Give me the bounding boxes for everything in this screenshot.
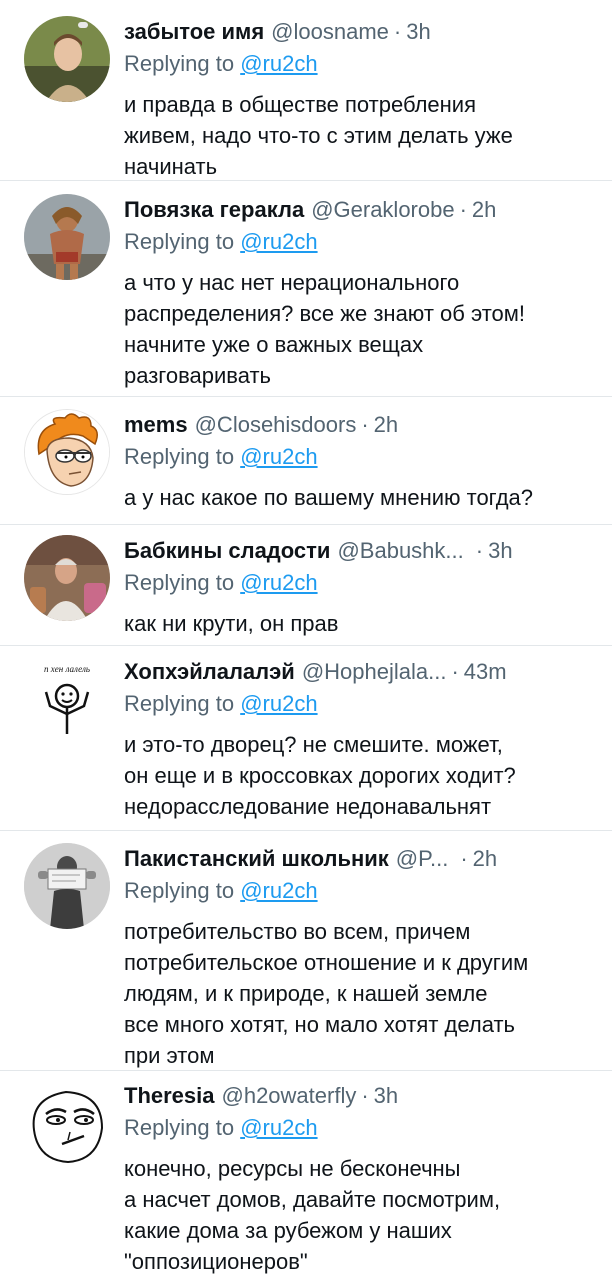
- replying-to: Replying to @ru2ch: [124, 875, 596, 907]
- user-handle[interactable]: @Hophejlala...: [302, 656, 447, 688]
- replying-label: Replying to: [124, 878, 235, 903]
- mention-link[interactable]: @ru2ch: [240, 444, 317, 469]
- timestamp[interactable]: 3h: [374, 1080, 398, 1112]
- reply-content: Хопхэйлалалэй @Hophejlala... · 43m Reply…: [124, 656, 596, 822]
- user-handle[interactable]: @loosname: [271, 16, 389, 48]
- reply-text: и это-то дворец? не смешите. может, он е…: [124, 732, 516, 819]
- reply-text: как ни крути, он прав: [124, 611, 339, 636]
- dot-separator: ·: [361, 1083, 369, 1108]
- avatar-caption: п хен лалель: [44, 664, 90, 674]
- dot-separator: ·: [393, 19, 402, 44]
- replying-to: Replying to @ru2ch: [124, 226, 596, 258]
- reply-content: Повязка геракла @Geraklorobe · 2h Replyi…: [124, 194, 596, 391]
- reply-text: потребительство во всем, причем потребит…: [124, 919, 529, 1068]
- dot-separator: ·: [451, 659, 459, 684]
- reply-item[interactable]: Пакистанский школьник @P... · 2h Replyin…: [0, 843, 612, 1068]
- display-name[interactable]: Пакистанский школьник: [124, 843, 389, 875]
- cartoon-fry-avatar[interactable]: [24, 409, 110, 495]
- user-handle[interactable]: @Babushk...: [337, 535, 463, 567]
- reply-header: Повязка геракла @Geraklorobe · 2h: [124, 194, 596, 226]
- display-name[interactable]: Theresia: [124, 1080, 215, 1112]
- reply-content: забытое имя @loosname · 3h Replying to @…: [124, 16, 596, 182]
- dot-separator: ·: [460, 846, 468, 871]
- mention-link[interactable]: @ru2ch: [240, 878, 317, 903]
- replying-label: Replying to: [124, 570, 235, 595]
- reply-item[interactable]: забытое имя @loosname · 3h Replying to @…: [0, 16, 612, 188]
- divider: [0, 180, 612, 181]
- reply-item[interactable]: mems @Closehisdoors · 2h Replying to @ru…: [0, 409, 612, 521]
- reply-text: а что у нас нет нерационального распреде…: [124, 270, 526, 388]
- reply-header: Бабкины сладости @Babushk... · 3h: [124, 535, 596, 567]
- mention-link[interactable]: @ru2ch: [240, 691, 317, 716]
- replying-label: Replying to: [124, 1115, 235, 1140]
- mention-link[interactable]: @ru2ch: [240, 570, 317, 595]
- reply-header: забытое имя @loosname · 3h: [124, 16, 596, 48]
- replying-label: Replying to: [124, 444, 235, 469]
- mention-link[interactable]: @ru2ch: [240, 1115, 317, 1140]
- reply-item[interactable]: Theresia @h2owaterfly · 3h Replying to @…: [0, 1080, 612, 1280]
- reply-text: и правда в обществе потребления живем, н…: [124, 92, 513, 179]
- user-handle[interactable]: @Geraklorobe: [311, 194, 454, 226]
- replying-label: Replying to: [124, 691, 235, 716]
- user-handle[interactable]: @h2owaterfly: [222, 1080, 357, 1112]
- replying-label: Replying to: [124, 51, 235, 76]
- replying-to: Replying to @ru2ch: [124, 1112, 596, 1144]
- timestamp[interactable]: 2h: [473, 843, 497, 875]
- divider: [0, 524, 612, 525]
- mention-link[interactable]: @ru2ch: [240, 51, 317, 76]
- user-handle[interactable]: @Closehisdoors: [195, 409, 357, 441]
- reply-header: Theresia @h2owaterfly · 3h: [124, 1080, 596, 1112]
- display-name[interactable]: mems: [124, 409, 188, 441]
- user-handle[interactable]: @P...: [396, 843, 449, 875]
- warrior-statue-avatar[interactable]: [24, 194, 110, 280]
- divider: [0, 396, 612, 397]
- display-name[interactable]: забытое имя: [124, 16, 264, 48]
- timestamp[interactable]: 3h: [406, 16, 430, 48]
- reply-item[interactable]: Повязка геракла @Geraklorobe · 2h Replyi…: [0, 194, 612, 394]
- man-in-car-avatar[interactable]: [24, 16, 110, 102]
- replying-to: Replying to @ru2ch: [124, 441, 596, 473]
- reply-header: Пакистанский школьник @P... · 2h: [124, 843, 596, 875]
- reply-item[interactable]: п хен лалель Хопхэйлалалэй @Hophejlala..…: [0, 656, 612, 826]
- display-name[interactable]: Хопхэйлалалэй: [124, 656, 295, 688]
- meme-face-avatar[interactable]: [24, 1080, 110, 1166]
- timestamp[interactable]: 2h: [374, 409, 398, 441]
- dot-separator: ·: [459, 197, 467, 222]
- reply-header: Хопхэйлалалэй @Hophejlala... · 43m: [124, 656, 596, 688]
- dot-separator: ·: [361, 412, 369, 437]
- stick-figure-avatar[interactable]: п хен лалель: [24, 656, 110, 742]
- person-with-sign-avatar[interactable]: [24, 843, 110, 929]
- dot-separator: ·: [475, 538, 484, 563]
- replying-label: Replying to: [124, 229, 235, 254]
- replying-to: Replying to @ru2ch: [124, 688, 596, 720]
- timestamp[interactable]: 3h: [488, 535, 512, 567]
- reply-content: Theresia @h2owaterfly · 3h Replying to @…: [124, 1080, 596, 1277]
- reply-content: Пакистанский школьник @P... · 2h Replyin…: [124, 843, 596, 1071]
- divider: [0, 1070, 612, 1071]
- display-name[interactable]: Повязка геракла: [124, 194, 304, 226]
- reply-text: конечно, ресурсы не бесконечны а насчет …: [124, 1156, 501, 1274]
- divider: [0, 645, 612, 646]
- reply-item[interactable]: Бабкины сладости @Babushk... · 3h Replyi…: [0, 535, 612, 647]
- replying-to: Replying to @ru2ch: [124, 567, 596, 599]
- replying-to: Replying to @ru2ch: [124, 48, 596, 80]
- timestamp[interactable]: 43m: [464, 656, 507, 688]
- reply-text: а у нас какое по вашему мнению тогда?: [124, 485, 534, 510]
- display-name[interactable]: Бабкины сладости: [124, 535, 330, 567]
- reply-header: mems @Closehisdoors · 2h: [124, 409, 596, 441]
- reply-feed: забытое имя @loosname · 3h Replying to @…: [0, 0, 612, 1280]
- old-man-photo-avatar[interactable]: [24, 535, 110, 621]
- mention-link[interactable]: @ru2ch: [240, 229, 317, 254]
- timestamp[interactable]: 2h: [472, 194, 496, 226]
- divider: [0, 830, 612, 831]
- reply-content: Бабкины сладости @Babushk... · 3h Replyi…: [124, 535, 596, 639]
- reply-content: mems @Closehisdoors · 2h Replying to @ru…: [124, 409, 596, 513]
